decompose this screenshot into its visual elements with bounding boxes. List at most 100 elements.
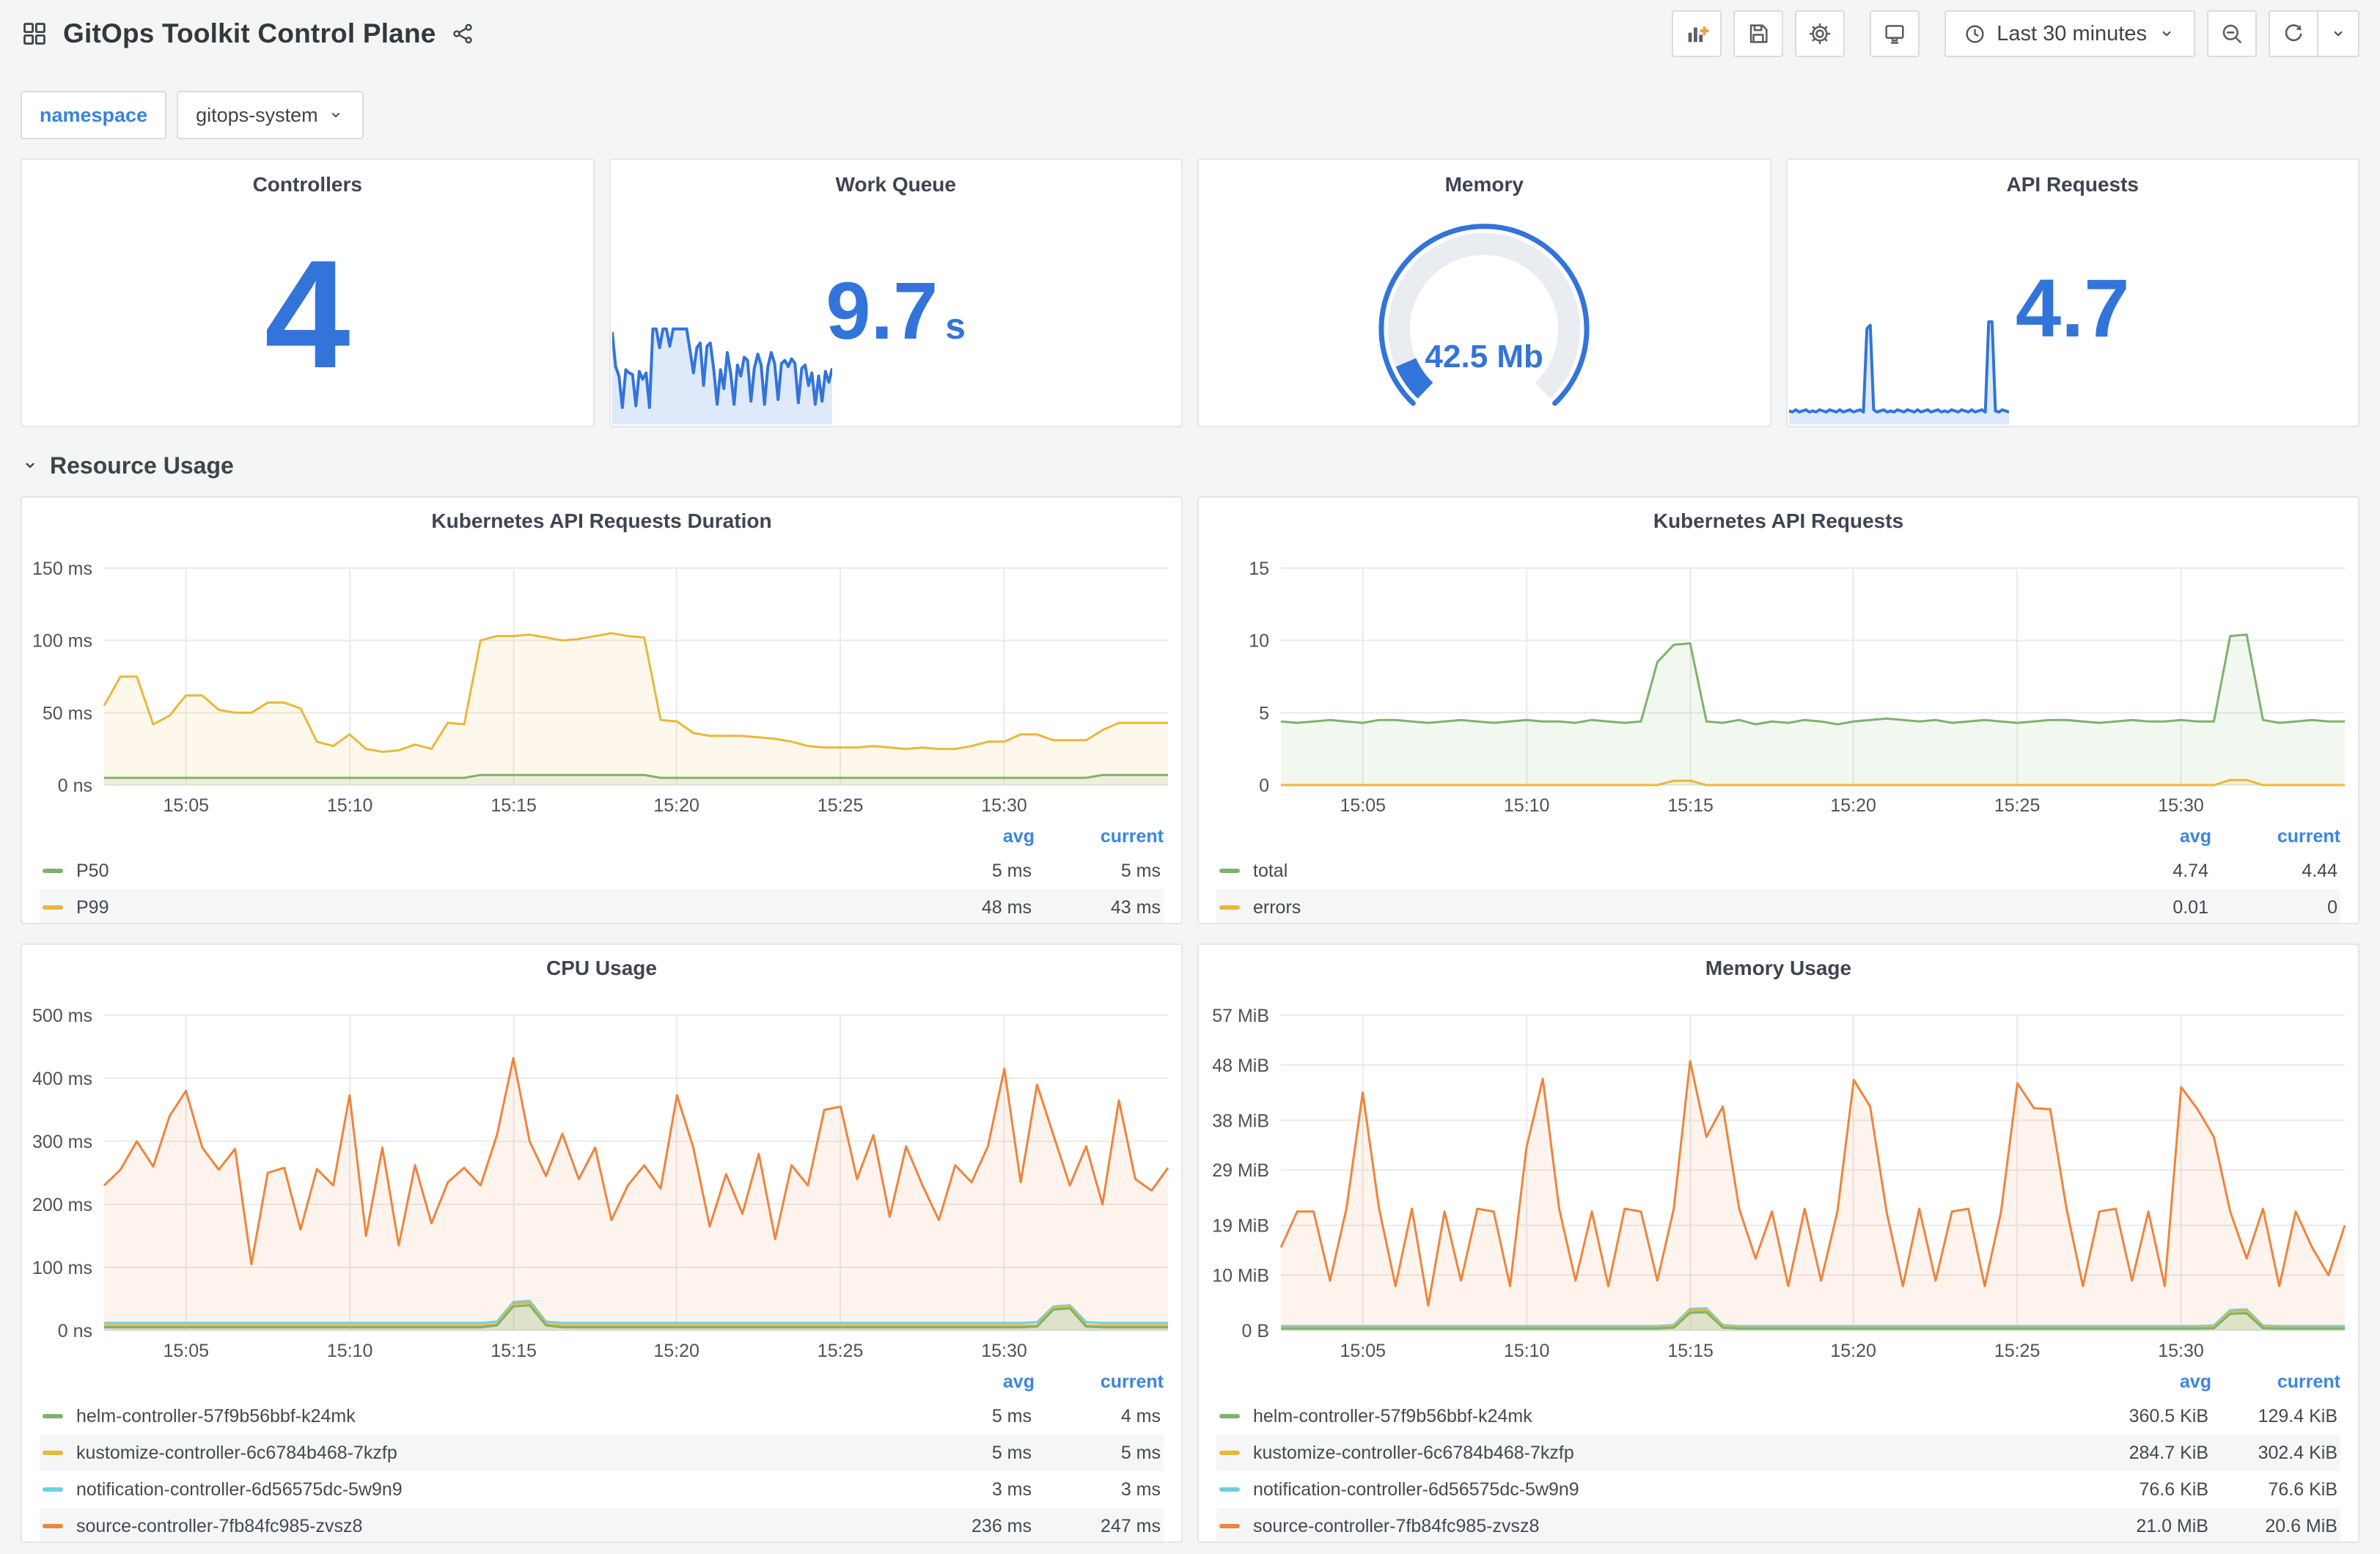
- legend-sort-current[interactable]: current: [2211, 826, 2340, 847]
- legend-row: helm-controller-57f9b56bbf-k24mk 5 ms 4 …: [40, 1398, 1164, 1435]
- legend-row: total 4.74 4.44: [1216, 853, 2340, 889]
- svg-text:200 ms: 200 ms: [32, 1195, 92, 1215]
- series-marker: [43, 1487, 63, 1492]
- series-marker: [1219, 1451, 1240, 1455]
- zoom-out-button[interactable]: [2207, 10, 2257, 57]
- k8s-api-requests-chart[interactable]: 15:05 15:10 15:15 15:20 15:25 15:30 15 10 5 0: [1199, 539, 2358, 820]
- svg-text:500 ms: 500 ms: [32, 1006, 92, 1026]
- legend-row: kustomize-controller-6c6784b468-7kzfp 5 …: [40, 1435, 1164, 1471]
- panel-title[interactable]: Kubernetes API Requests Duration: [22, 498, 1181, 539]
- series-avg: 48 ms: [981, 896, 1032, 918]
- svg-text:50 ms: 50 ms: [43, 703, 92, 723]
- legend-row: source-controller-7fb84fc985-zvsz8 21.0 …: [1216, 1508, 2340, 1542]
- time-range-picker[interactable]: Last 30 minutes: [1944, 10, 2195, 57]
- panel-title[interactable]: Kubernetes API Requests: [1199, 498, 2358, 539]
- series-current: 129.4 KiB: [2258, 1405, 2337, 1426]
- share-icon[interactable]: [451, 22, 474, 45]
- save-icon: [1750, 24, 1768, 43]
- work-queue-value: 9.7 s: [826, 265, 966, 356]
- legend-sort-avg[interactable]: avg: [2101, 826, 2211, 847]
- timeseries-row-1: Kubernetes API Requests Duration 15:05 15…: [21, 496, 2359, 924]
- panel-title[interactable]: Memory: [1199, 160, 1770, 196]
- legend-sort-current[interactable]: current: [1035, 826, 1164, 847]
- legend-sort-current[interactable]: current: [1035, 1371, 1164, 1393]
- series-label[interactable]: helm-controller-57f9b56bbf-k24mk: [1253, 1406, 2098, 1427]
- legend-sort-avg[interactable]: avg: [925, 1371, 1035, 1393]
- series-label[interactable]: errors: [1253, 897, 2098, 918]
- svg-text:15:05: 15:05: [163, 795, 209, 816]
- svg-text:15:10: 15:10: [327, 795, 373, 816]
- legend: avg current total 4.74 4.44 errors 0.01 …: [1199, 820, 2358, 923]
- dashboard-settings-button[interactable]: [1795, 10, 1845, 57]
- svg-text:150 ms: 150 ms: [32, 559, 92, 579]
- panel-title[interactable]: API Requests: [1788, 160, 2359, 196]
- svg-text:0 ns: 0 ns: [58, 1321, 92, 1341]
- series-current: 5 ms: [1120, 860, 1161, 881]
- series-label[interactable]: notification-controller-6d56575dc-5w9n9: [76, 1479, 922, 1500]
- chevron-down-icon: [26, 463, 34, 468]
- svg-text:5: 5: [1259, 703, 1269, 723]
- svg-text:15:10: 15:10: [327, 1341, 373, 1361]
- api-requests-value: 4.7: [2015, 262, 2130, 355]
- legend-row: errors 0.01 0: [1216, 889, 2340, 923]
- legend: avg current P50 5 ms 5 ms P99 48 ms 43 m…: [22, 820, 1181, 923]
- variable-label-namespace[interactable]: namespace: [21, 91, 167, 139]
- chevron-down-icon: [2162, 31, 2171, 37]
- section-header-resource-usage[interactable]: Resource Usage: [21, 449, 2359, 482]
- svg-text:38 MiB: 38 MiB: [1212, 1111, 1269, 1131]
- series-current: 302.4 KiB: [2258, 1442, 2337, 1463]
- svg-text:15:15: 15:15: [491, 795, 537, 816]
- series-marker: [43, 1524, 63, 1528]
- series-avg: 5 ms: [991, 1405, 1032, 1426]
- panel-title[interactable]: Work Queue: [611, 160, 1182, 196]
- clock-icon: [1966, 24, 1984, 43]
- legend-row: helm-controller-57f9b56bbf-k24mk 360.5 K…: [1216, 1398, 2340, 1435]
- refresh-interval-dropdown[interactable]: [2318, 10, 2359, 57]
- svg-text:15:05: 15:05: [1340, 1341, 1386, 1361]
- legend-row: P99 48 ms 43 ms: [40, 889, 1164, 923]
- stats-row: Controllers 4 Work Queue 9.7 s Memory 42.…: [21, 158, 2359, 427]
- memory-usage-chart[interactable]: 15:05 15:10 15:15 15:20 15:25 15:30 57 MiB 48 M…: [1199, 986, 2358, 1366]
- k8s-api-requests-duration-chart[interactable]: 15:05 15:10 15:15 15:20 15:25 15:30 150 ms 100 …: [22, 539, 1181, 820]
- add-panel-button[interactable]: [1672, 10, 1722, 57]
- panel-title[interactable]: Controllers: [22, 160, 593, 196]
- series-label[interactable]: source-controller-7fb84fc985-zvsz8: [1253, 1516, 2098, 1537]
- svg-text:15: 15: [1249, 559, 1269, 579]
- refresh-button[interactable]: [2269, 10, 2318, 57]
- series-label[interactable]: total: [1253, 861, 2098, 882]
- svg-text:0: 0: [1259, 776, 1269, 796]
- tv-mode-button[interactable]: [1870, 10, 1920, 57]
- legend: avg current helm-controller-57f9b56bbf-k…: [1199, 1366, 2358, 1542]
- series-label[interactable]: notification-controller-6d56575dc-5w9n9: [1253, 1479, 2098, 1500]
- series-label[interactable]: kustomize-controller-6c6784b468-7kzfp: [1253, 1443, 2098, 1464]
- series-marker: [1219, 1487, 1240, 1492]
- panel-title[interactable]: CPU Usage: [22, 945, 1181, 986]
- save-dashboard-button[interactable]: [1733, 10, 1784, 57]
- stat-panel-memory: Memory 42.5 Mb: [1197, 158, 1771, 427]
- section-title: Resource Usage: [50, 452, 234, 479]
- series-avg: 284.7 KiB: [2129, 1442, 2208, 1463]
- series-label[interactable]: P99: [76, 897, 922, 918]
- dashboard-grid-icon[interactable]: [21, 20, 48, 48]
- series-current: 43 ms: [1110, 896, 1161, 918]
- series-label[interactable]: source-controller-7fb84fc985-zvsz8: [76, 1516, 922, 1537]
- variable-value-dropdown[interactable]: gitops-system: [177, 91, 364, 139]
- panel-title[interactable]: Memory Usage: [1199, 945, 2358, 986]
- cpu-usage-chart[interactable]: 15:05 15:10 15:15 15:20 15:25 15:30 500 ms 400 …: [22, 986, 1181, 1366]
- legend-sort-current[interactable]: current: [2211, 1371, 2340, 1393]
- legend-row: notification-controller-6d56575dc-5w9n9 …: [1216, 1471, 2340, 1508]
- refresh-button-group: [2269, 10, 2359, 57]
- series-avg: 4.74: [2173, 860, 2208, 881]
- legend-row: source-controller-7fb84fc985-zvsz8 236 m…: [40, 1508, 1164, 1542]
- legend-sort-avg[interactable]: avg: [925, 826, 1035, 847]
- stat-panel-work-queue: Work Queue 9.7 s: [609, 158, 1183, 427]
- legend-sort-avg[interactable]: avg: [2101, 1371, 2211, 1393]
- work-queue-unit: s: [945, 305, 966, 347]
- series-avg: 360.5 KiB: [2129, 1405, 2208, 1426]
- svg-text:100 ms: 100 ms: [32, 1258, 92, 1278]
- series-label[interactable]: kustomize-controller-6c6784b468-7kzfp: [76, 1443, 922, 1464]
- series-label[interactable]: helm-controller-57f9b56bbf-k24mk: [76, 1406, 922, 1427]
- series-current: 247 ms: [1101, 1515, 1161, 1536]
- series-label[interactable]: P50: [76, 861, 922, 882]
- svg-text:0 ns: 0 ns: [58, 776, 92, 796]
